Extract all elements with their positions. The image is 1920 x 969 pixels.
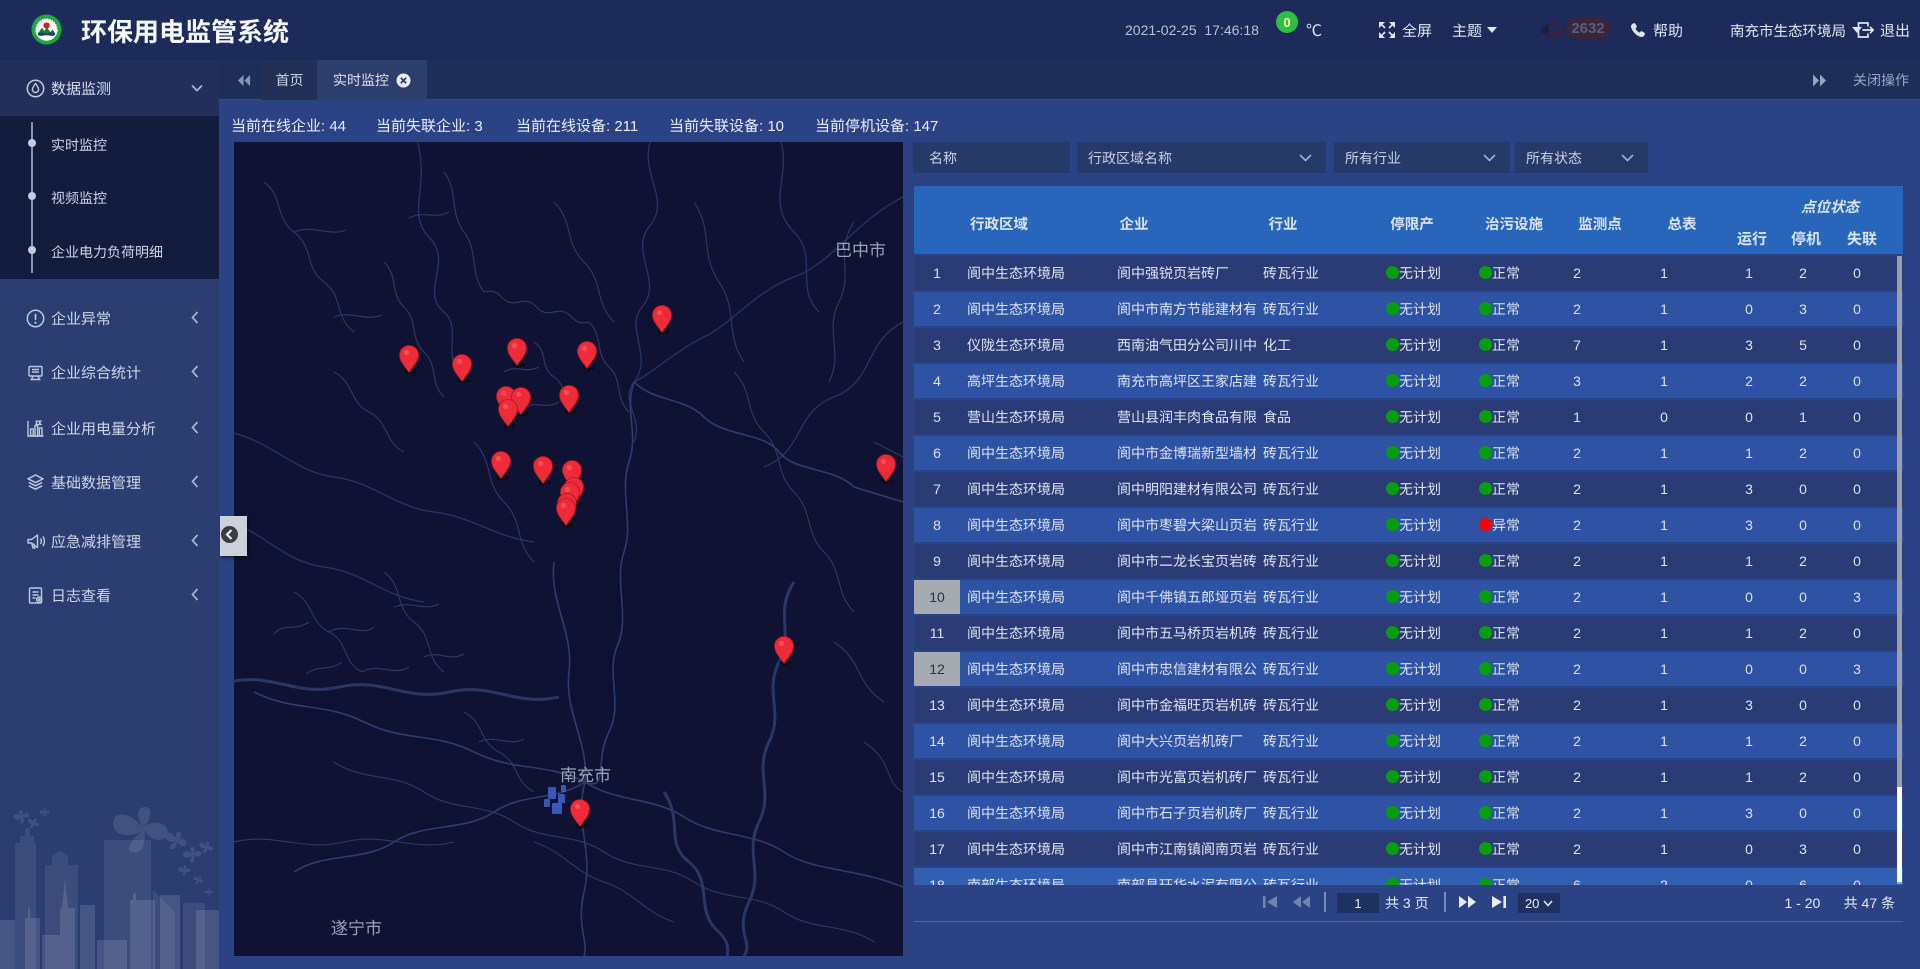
- svg-text:南充市: 南充市: [560, 766, 611, 785]
- svg-text:遂宁市: 遂宁市: [331, 919, 382, 938]
- svg-text:巴中市: 巴中市: [835, 241, 886, 260]
